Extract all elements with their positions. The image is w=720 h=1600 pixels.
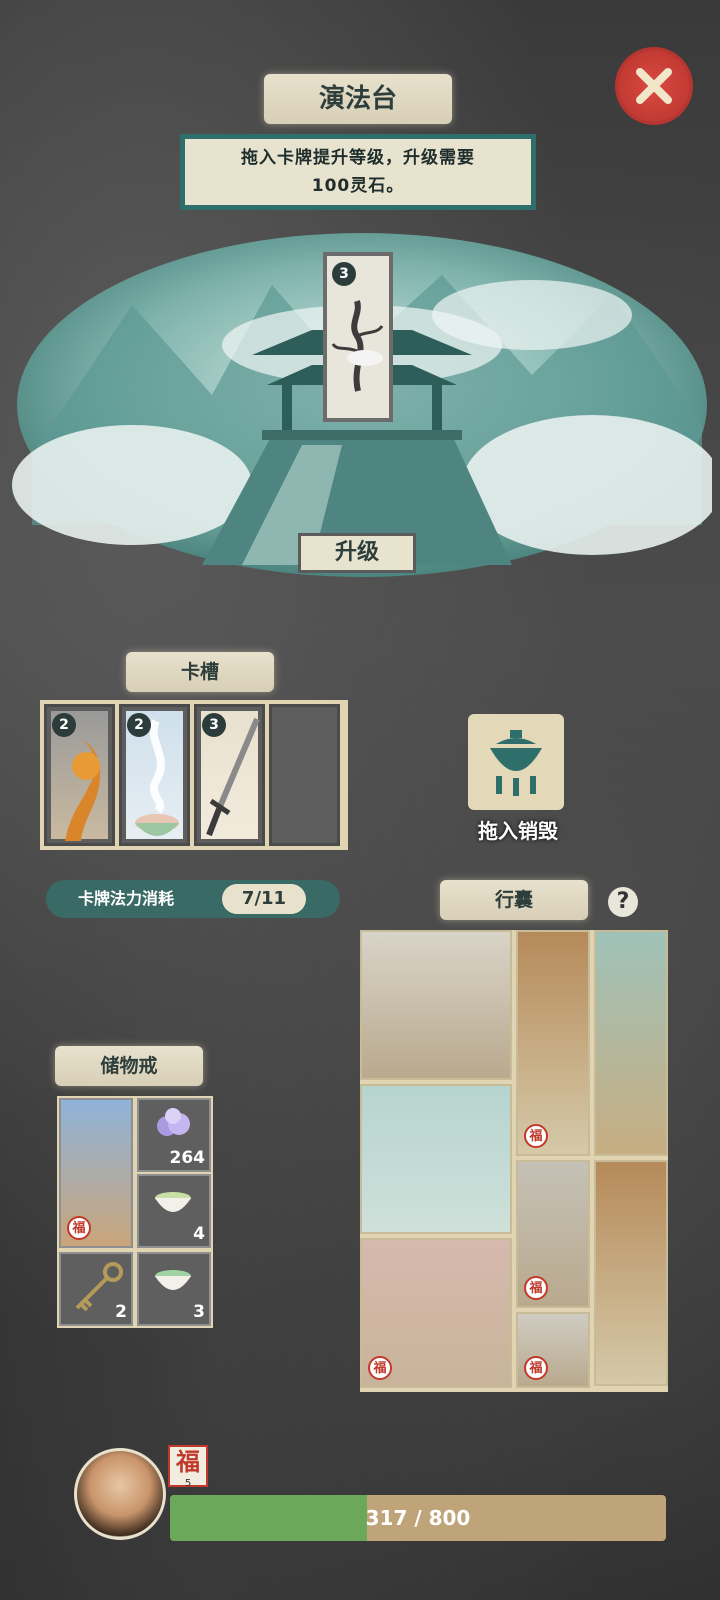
card-level-badge: 3: [332, 262, 356, 286]
card-slot-title: 卡槽: [126, 652, 274, 692]
tree-card-art: [331, 300, 384, 392]
fu-badge: 福: [524, 1276, 548, 1300]
bag-grid: 福 福 福 福: [360, 930, 668, 1392]
tea-bowl-icon: [155, 1192, 191, 1212]
storage-green-tea-item[interactable]: 3: [137, 1252, 211, 1326]
fu-badge: 福: [67, 1216, 91, 1240]
bag-item-study-card[interactable]: [360, 930, 512, 1080]
bag-item-study-card[interactable]: 福: [360, 1238, 512, 1388]
instruction-box: 拖入卡牌提升等级，升级需要 100灵石。: [180, 134, 536, 210]
item-count: 4: [193, 1224, 205, 1244]
bag-item-study-card[interactable]: 福: [516, 1312, 590, 1388]
item-count: 3: [193, 1302, 205, 1322]
item-count: 264: [169, 1148, 206, 1168]
page-title: 演法台: [264, 74, 452, 124]
card-level-badge: 2: [52, 713, 76, 737]
mana-cost-value: 7/11: [222, 884, 306, 914]
fu-badge: 福: [524, 1124, 548, 1148]
gem-icon: [157, 1108, 190, 1136]
storage-key-item[interactable]: 2: [59, 1252, 133, 1326]
card-slot-panel: 2 2 3: [40, 700, 348, 850]
storage-tea-item[interactable]: 4: [137, 1174, 211, 1248]
card-slot-2[interactable]: 2: [119, 704, 190, 846]
instruction-line-2: 100灵石。: [311, 176, 405, 196]
card-level-badge: 3: [202, 713, 226, 737]
bag-title: 行囊: [440, 880, 588, 920]
card-slot-3[interactable]: 3: [194, 704, 265, 846]
card-slot-empty[interactable]: [269, 704, 340, 846]
bag-item-study-card[interactable]: [594, 930, 668, 1156]
mana-cost-label: 卡牌法力消耗: [78, 889, 175, 908]
destroy-drop-zone[interactable]: [468, 714, 564, 810]
fortune-count: 5: [184, 1478, 192, 1489]
destroy-label: 拖入销毁: [478, 819, 558, 843]
censer-icon: [490, 730, 542, 796]
question-icon[interactable]: ?: [608, 887, 638, 917]
close-button[interactable]: [618, 50, 690, 122]
card-slot-1[interactable]: 2: [44, 704, 115, 846]
bag-item-study-card[interactable]: [594, 1160, 668, 1386]
storage-ring-grid: 福 264 4 2 3: [57, 1096, 213, 1328]
fu-badge: 福: [524, 1356, 548, 1380]
green-tea-bowl-icon: [155, 1270, 191, 1290]
card-level-badge: 2: [127, 713, 151, 737]
storage-ring-title: 储物戒: [55, 1046, 203, 1086]
player-avatar[interactable]: [74, 1448, 166, 1540]
fu-badge: 福: [368, 1356, 392, 1380]
upgrade-button[interactable]: 升级: [298, 533, 416, 573]
bag-item-study-card[interactable]: 福: [516, 930, 590, 1156]
instruction-line-1: 拖入卡牌提升等级，升级需要: [241, 148, 475, 168]
storage-study-card[interactable]: 福: [59, 1098, 133, 1248]
close-x-icon: [636, 68, 672, 104]
hp-text: 317 / 800: [365, 1506, 471, 1530]
upgrade-card-slot[interactable]: 3: [323, 252, 393, 422]
bag-item-study-card[interactable]: 福: [516, 1160, 590, 1308]
bag-item-study-card[interactable]: [360, 1084, 512, 1234]
item-count: 2: [115, 1302, 127, 1322]
storage-gem-item[interactable]: 264: [137, 1098, 211, 1172]
